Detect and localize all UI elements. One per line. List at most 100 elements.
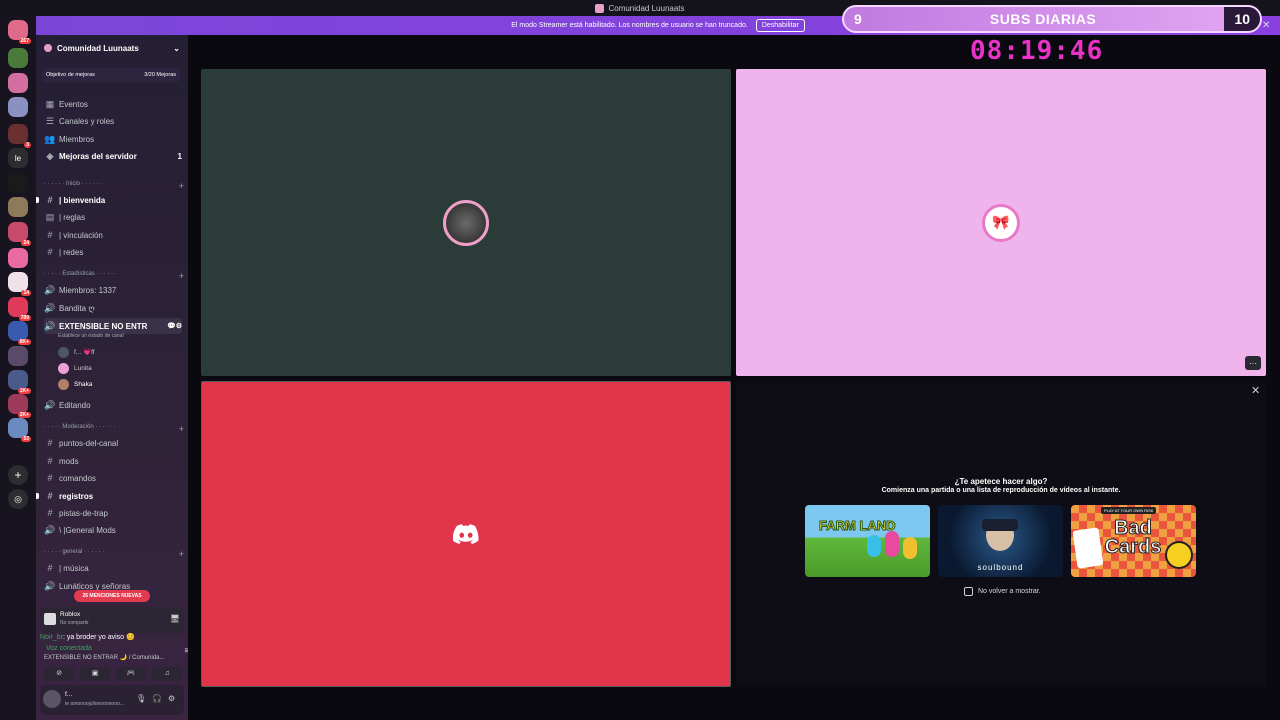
camera-off-icon[interactable]: ⊘ [44,667,74,681]
server-icon[interactable]: 267 [8,20,31,44]
channel-mods[interactable]: # mods [44,453,182,469]
add-channel-icon[interactable]: + [179,271,184,281]
close-icon[interactable]: ✕ [1262,20,1270,31]
server-icon[interactable]: 789 [8,297,31,321]
category-moderacion[interactable]: · · · · · Moderación · · · · · · + [44,424,184,434]
server-icon[interactable]: 2K+ [8,394,31,418]
checkbox-icon[interactable] [964,587,973,596]
channel-pistas[interactable]: # pistas-de-trap [44,505,182,521]
chevron-down-icon[interactable]: ⌄ [173,44,180,53]
boost-goal-bar[interactable]: Objetivo de mejoras 3/20 Mejoras [42,68,180,82]
sidebar-item-channels-roles[interactable]: ☰ Canales y roles [44,113,182,129]
voice-channel-miembros[interactable]: 🔊 Miembros: 1337 [44,282,182,298]
channel-comandos[interactable]: # comandos [44,470,182,486]
server-icon[interactable] [8,248,28,268]
chat-preview[interactable]: Noir_br: ya broder yo aviso 😊 [40,633,135,641]
add-server-icon[interactable]: + [8,465,28,485]
settings-gear-icon[interactable]: ⚙ [168,694,175,703]
server-icon[interactable]: 53 [8,418,31,442]
activity-icon[interactable]: 🎮 [116,667,146,681]
server-icon[interactable] [8,173,28,193]
category-general[interactable]: · · · · · general · · · · · · + [44,549,184,559]
chat-message: : ya broder yo aviso 😊 [62,634,135,641]
server-icon[interactable]: 24 [8,222,31,246]
microphone-icon[interactable]: 🎙 [136,694,146,703]
category-inicio[interactable]: · · · · · · Inicio · · · · · · + [44,181,184,191]
stream-icon[interactable]: 🖥 [170,614,180,623]
channel-actions-icon[interactable]: 💬⚙ [167,322,182,330]
channel-reglas[interactable]: ▤ | reglas [44,209,182,225]
channel-redes[interactable]: # | redes [44,244,182,260]
sidebar-item-server-boosts[interactable]: ◈ Mejoras del servidor 1 [44,148,182,164]
server-icon[interactable]: le [8,148,28,168]
soundboard-icon[interactable]: ♫ [152,667,182,681]
discover-icon[interactable]: ◎ [8,489,28,509]
game-card-farm-land[interactable]: FARM LAND [805,505,930,577]
channel-label: comandos [59,473,96,483]
voice-channel-name[interactable]: EXTENSIBLE NO ENTRAR 🌙 / Comunida... [44,654,165,661]
game-card-bad-cards[interactable]: PLAY AT YOUR OWN RISK Bad Cards [1071,505,1196,577]
add-channel-icon[interactable]: + [179,181,184,191]
sidebar-item-members[interactable]: 👥 Miembros [44,131,182,147]
more-options-button[interactable]: ··· [1245,356,1261,370]
channel-label: | música [59,563,89,573]
avatar[interactable] [43,690,61,708]
add-channel-icon[interactable]: + [179,549,184,559]
activity-panel[interactable]: Roblox No compartir 🖥 [40,607,184,633]
boost-goal-label: Objetivo de mejoras [46,72,95,78]
notification-badge: 8K+ [17,339,31,345]
voice-status-hint[interactable]: Establece un estado de canal [58,333,124,339]
sidebar-item-events[interactable]: ▦ Eventos [44,96,182,112]
server-icon[interactable] [8,48,28,68]
server-icon[interactable] [8,346,28,366]
new-mentions-pill[interactable]: 26 MENCIONES NUEVAS [74,590,150,602]
channel-vinculacion[interactable]: # | vinculación [44,227,182,243]
avatar: 🎀 [982,203,1020,242]
voice-user[interactable]: Shaka [58,377,92,391]
server-icon[interactable]: 14 [8,272,31,296]
voice-user[interactable]: f... 💗ff [58,345,95,359]
server-icon[interactable]: 1K+ [8,370,31,394]
server-icon[interactable]: 8K+ [8,321,31,345]
subs-widget: 9 SUBS DIARIAS 10 [842,5,1262,33]
voice-channel-extensible[interactable]: 🔊EXTENSIBLE NO ENTRAR 🌙 💬⚙ [44,318,182,334]
server-icon[interactable] [8,97,28,117]
voice-user[interactable]: Lunita [58,361,92,375]
video-tile-user-1[interactable] [201,69,731,376]
chat-user: Noir_br [40,634,63,641]
server-header[interactable]: Comunidad Luunaats ⌄ [44,40,180,56]
user-name[interactable]: f... [65,691,72,698]
voice-status: Voz conectada [46,645,92,652]
channel-label: | bienvenida [59,195,106,205]
notification-badge: 24 [21,240,31,246]
hash-icon: # [47,247,53,257]
subs-goal: 10 [1224,7,1260,31]
voice-channel-bandita[interactable]: 🔊 Bandita ღ [44,300,182,316]
headphones-icon[interactable]: 🎧 [152,694,162,703]
channel-musica[interactable]: # | música [44,560,182,576]
voice-channel-general-mods[interactable]: 🔊 \ |General Mods [44,522,182,538]
calendar-icon: ▦ [45,98,55,109]
streamer-mode-message: El modo Streamer está habilitado. Los no… [511,22,748,29]
user-status[interactable]: te amoooojuliooooooooo... [65,701,124,707]
video-tile-user-2[interactable]: 🎀 [736,69,1266,376]
server-icon[interactable] [8,73,28,93]
screen-share-icon[interactable]: ▣ [80,667,110,681]
vr-headset-icon [982,519,1018,531]
close-icon[interactable]: ✕ [1251,384,1260,397]
disable-streamer-button[interactable]: Deshabilitar [755,19,805,32]
channel-bienvenida[interactable]: # | bienvenida [44,192,182,208]
channel-puntos[interactable]: # puntos-del-canal [44,435,182,451]
subs-current: 9 [854,11,862,27]
game-card-soulbound[interactable]: soulbound [938,505,1063,577]
sidebar-item-label: Canales y roles [59,116,115,126]
category-estadisticas[interactable]: · · · · · Estadísticas · · · · · · + [44,271,184,281]
channel-registros[interactable]: # registros [44,488,182,504]
server-icon[interactable]: 3 [8,124,31,148]
server-icon[interactable] [8,197,28,217]
video-tile-user-3[interactable] [201,381,731,687]
channel-label: | reglas [59,212,86,222]
add-channel-icon[interactable]: + [179,424,184,434]
dont-show-again-checkbox[interactable]: No volver a mostrar. [964,587,1041,596]
voice-channel-editando[interactable]: 🔊 Editando [44,397,182,413]
